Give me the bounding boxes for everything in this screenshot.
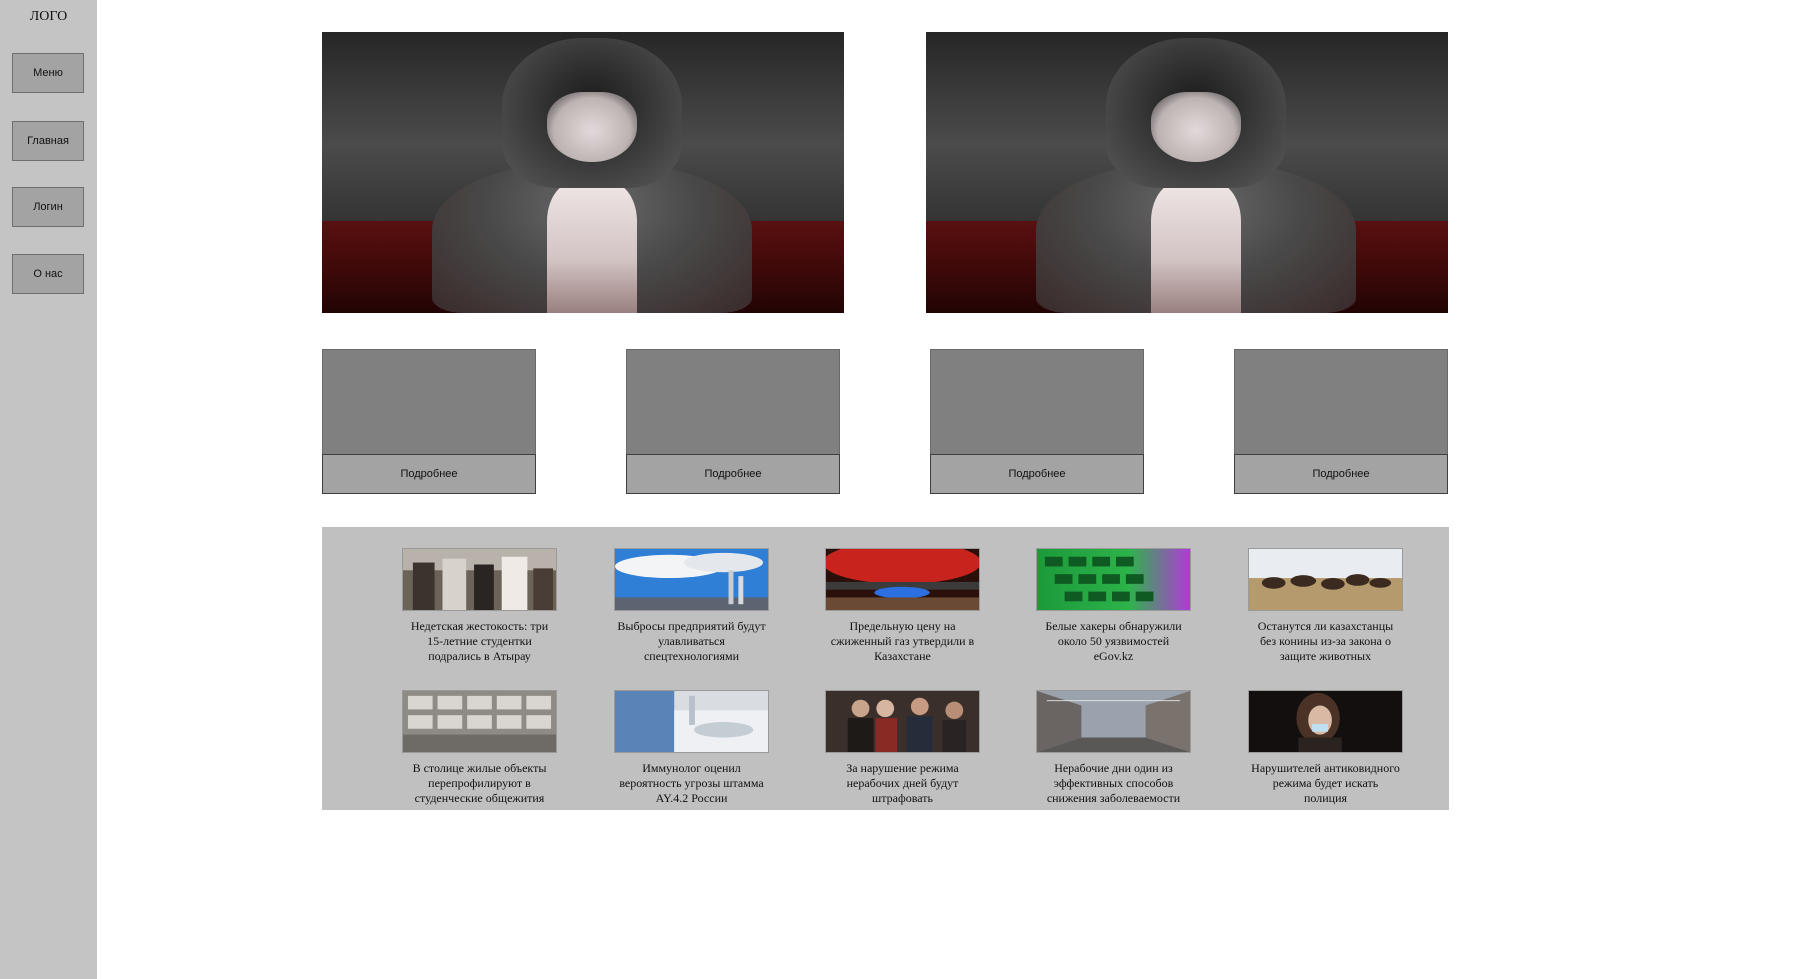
news-title[interactable]: В столице жилые объекты перепрофилируют … [402,761,557,806]
sidebar: ЛОГО Меню Главная Логин О нас [0,0,97,979]
news-item[interactable]: Нарушителей антиковидного режима будет и… [1248,690,1403,806]
news-thumbnail[interactable] [1248,548,1403,611]
news-item[interactable]: Иммунолог оценил вероятность угрозы штам… [614,690,769,806]
news-item[interactable]: Предельную цену на сжиженный газ утверди… [825,548,980,664]
news-item[interactable]: Останутся ли казахстанцы без конины из-з… [1248,548,1403,664]
card: Подробнее [626,349,840,494]
hero-figure-shirt [1151,182,1241,313]
news-title[interactable]: Недетская жестокость: три 15-летние студ… [402,619,557,664]
about-button[interactable]: О нас [12,254,84,294]
news-item[interactable]: Недетская жестокость: три 15-летние студ… [402,548,557,664]
news-thumbnail[interactable] [825,548,980,611]
card: Подробнее [1234,349,1448,494]
details-button[interactable]: Подробнее [930,454,1144,494]
hero-image-left [322,32,844,313]
news-item[interactable]: Выбросы предприятий будут улавливаться с… [614,548,769,664]
news-item[interactable]: Белые хакеры обнаружили около 50 уязвимо… [1036,548,1191,664]
menu-button[interactable]: Меню [12,53,84,93]
news-title[interactable]: Иммунолог оценил вероятность угрозы штам… [614,761,769,806]
hero-figure-face [1151,92,1241,162]
news-thumbnail[interactable] [825,690,980,753]
news-title[interactable]: Нарушителей антиковидного режима будет и… [1248,761,1403,806]
news-thumbnail[interactable] [1248,690,1403,753]
details-button[interactable]: Подробнее [322,454,536,494]
news-title[interactable]: Выбросы предприятий будут улавливаться с… [614,619,769,664]
news-panel: Недетская жестокость: три 15-летние студ… [322,527,1449,810]
news-item[interactable]: За нарушение режима нерабочих дней будут… [825,690,980,806]
news-item[interactable]: В столице жилые объекты перепрофилируют … [402,690,557,806]
news-thumbnail[interactable] [614,548,769,611]
hero-figure-shirt [547,182,637,313]
news-title[interactable]: Предельную цену на сжиженный газ утверди… [825,619,980,664]
news-thumbnail[interactable] [614,690,769,753]
card: Подробнее [930,349,1144,494]
hero-figure-face [547,92,637,162]
news-title[interactable]: Останутся ли казахстанцы без конины из-з… [1248,619,1403,664]
details-button[interactable]: Подробнее [626,454,840,494]
login-button[interactable]: Логин [12,187,84,227]
details-button[interactable]: Подробнее [1234,454,1448,494]
news-title[interactable]: Белые хакеры обнаружили около 50 уязвимо… [1036,619,1191,664]
logo: ЛОГО [29,9,68,24]
news-thumbnail[interactable] [1036,548,1191,611]
news-title[interactable]: Нерабочие дни один из эффективных способ… [1036,761,1191,806]
news-item[interactable]: Нерабочие дни один из эффективных способ… [1036,690,1191,806]
news-thumbnail[interactable] [1036,690,1191,753]
news-thumbnail[interactable] [402,690,557,753]
hero-image-right [926,32,1448,313]
news-title[interactable]: За нарушение режима нерабочих дней будут… [825,761,980,806]
card: Подробнее [322,349,536,494]
news-thumbnail[interactable] [402,548,557,611]
home-button[interactable]: Главная [12,121,84,161]
